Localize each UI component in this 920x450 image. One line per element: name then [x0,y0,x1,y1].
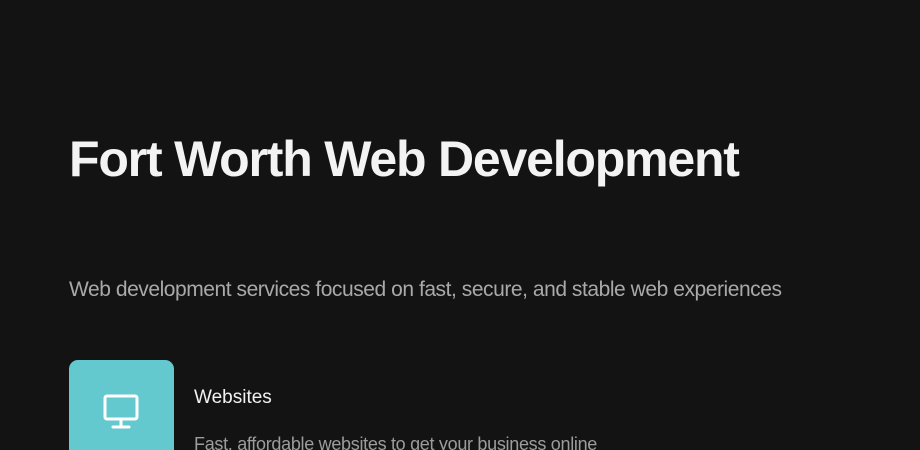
hero-subtitle: Web development services focused on fast… [69,278,782,301]
service-title: Websites [194,387,272,408]
service-description: Fast, affordable websites to get your bu… [194,434,598,450]
page-title: Fort Worth Web Development [69,131,740,187]
service-icon-tile [69,360,174,450]
monitor-icon [103,394,139,429]
service-card-websites: Websites Fast, affordable websites to ge… [69,360,829,450]
hero-section: Fort Worth Web Development Web developme… [0,0,920,450]
